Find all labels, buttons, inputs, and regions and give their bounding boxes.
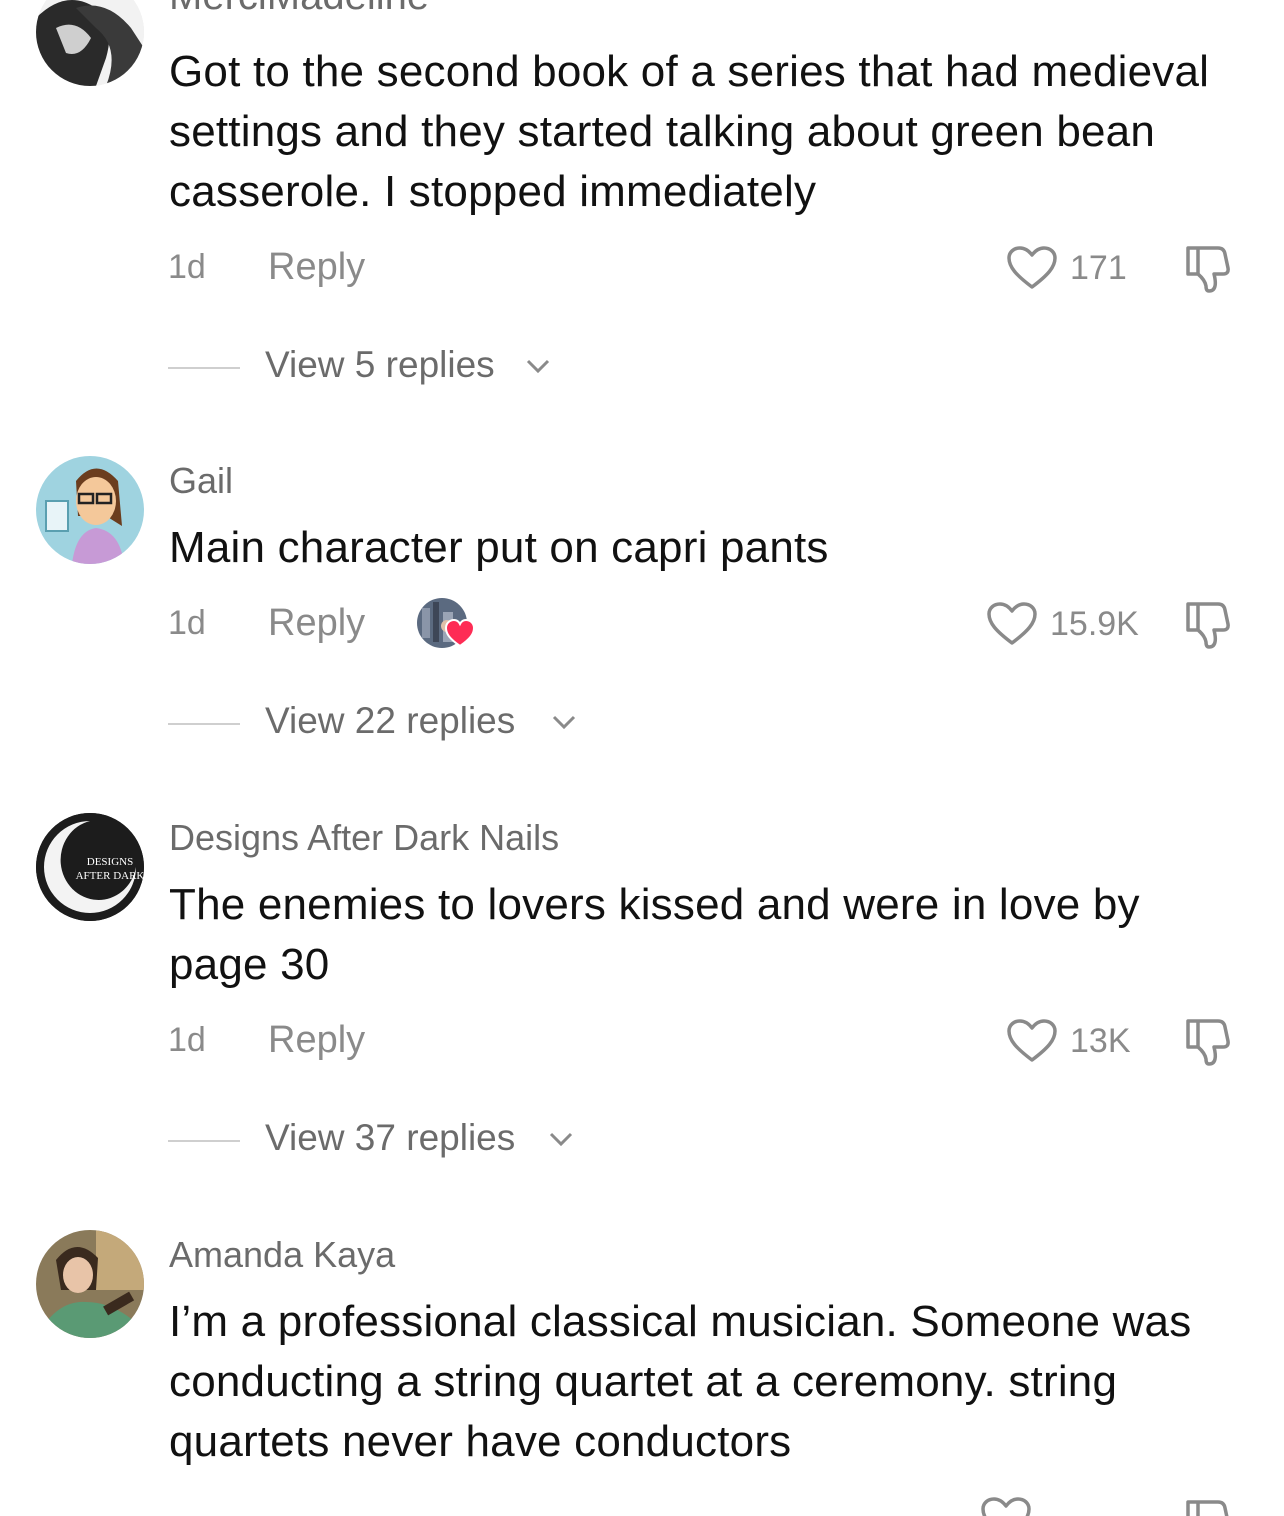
comment-actions: 1d Reply 13K [0, 1011, 1284, 1071]
like-count: 13K [1070, 1021, 1131, 1060]
chevron-down-icon [552, 715, 576, 730]
divider [168, 1140, 240, 1142]
avatar[interactable] [36, 456, 144, 564]
heart-outline-icon [981, 1497, 1031, 1516]
comment-text: Main character put on capri pants [169, 523, 829, 572]
like-button[interactable]: 171 [1006, 238, 1127, 298]
dislike-button[interactable] [1184, 1496, 1238, 1516]
view-replies-button[interactable]: View 37 replies [168, 1115, 768, 1165]
username[interactable]: MerciMadeline [169, 0, 429, 19]
thumbs-down-icon[interactable] [1184, 242, 1238, 294]
thumbs-down-icon [1186, 1500, 1229, 1516]
username[interactable]: Designs After Dark Nails [169, 817, 559, 859]
comment-text: The enemies to lovers kissed and were in… [169, 880, 1140, 989]
thumbs-down-icon[interactable] [1184, 598, 1238, 650]
comment-actions: 1d Reply 15.9K [0, 594, 1284, 654]
timestamp: 1d [168, 248, 206, 286]
username[interactable]: Amanda Kaya [169, 1234, 395, 1276]
reply-button[interactable]: Reply [268, 1019, 365, 1062]
avatar[interactable] [36, 0, 144, 86]
divider [168, 723, 240, 725]
view-replies-label: View 22 replies [265, 700, 516, 741]
heart-outline-icon [1007, 1019, 1057, 1062]
avatar[interactable]: DESIGNS AFTER DARK [36, 813, 144, 921]
heart-outline-icon [987, 602, 1037, 645]
reply-button[interactable]: Reply [268, 246, 365, 289]
avatar-text-2: AFTER DARK [76, 870, 144, 882]
comment-text: I’m a professional classical musician. S… [169, 1297, 1192, 1466]
avatar-text-1: DESIGNS [87, 856, 133, 868]
comment-actions: 1d Reply 171 [0, 238, 1284, 298]
like-count: 15.9K [1050, 604, 1139, 643]
like-button[interactable]: 13K [1006, 1011, 1131, 1071]
red-heart-icon [444, 618, 476, 648]
heart-outline-icon [1007, 246, 1057, 289]
like-button[interactable]: 15.9K [986, 594, 1139, 654]
like-count: 171 [1070, 248, 1127, 287]
avatar[interactable] [36, 1230, 144, 1338]
view-replies-button[interactable]: View 22 replies [168, 698, 768, 748]
divider [168, 367, 240, 369]
reply-button[interactable]: Reply [268, 602, 365, 645]
timestamp: 1d [168, 604, 206, 642]
comment-text: Got to the second book of a series that … [169, 47, 1210, 216]
view-replies-label: View 37 replies [265, 1117, 516, 1158]
view-replies-button[interactable]: View 5 replies [168, 342, 768, 392]
chevron-down-icon [526, 359, 550, 374]
thumbs-down-icon[interactable] [1184, 1015, 1238, 1067]
username[interactable]: Gail [169, 460, 233, 502]
chevron-down-icon [549, 1132, 573, 1147]
like-button[interactable] [980, 1496, 1032, 1516]
timestamp: 1d [168, 1021, 206, 1059]
view-replies-label: View 5 replies [265, 344, 495, 385]
